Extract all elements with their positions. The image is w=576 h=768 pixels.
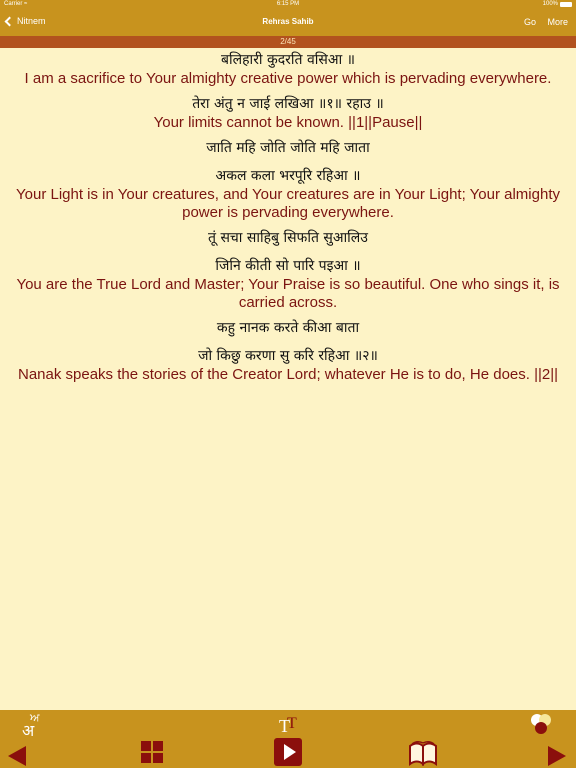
verse-translation: Nanak speaks the stories of the Creator … <box>17 366 559 383</box>
language-toggle-icon[interactable]: ਅ अ <box>20 712 44 740</box>
verse-translation: Your Light is in Your creatures, and You… <box>16 186 560 221</box>
page-title: Rehras Sahib <box>262 17 314 26</box>
verse-translation: You are the True Lord and Master; Your P… <box>16 276 560 311</box>
clock: 6:15 PM <box>276 1 300 7</box>
font-size-icon[interactable]: T T <box>279 712 299 736</box>
navigation-bar: Nitnem Rehras Sahib Go More <box>0 10 576 36</box>
verse-line: कहु नानक करते कीआ बाता <box>216 320 360 336</box>
verse-line: तूं सचा साहिबु सिफति सुआलिउ <box>208 230 368 246</box>
color-theme-icon[interactable] <box>528 712 554 736</box>
verse-content: बलिहारी कुदरति वसिआ ॥ I am a sacrifice t… <box>0 50 576 390</box>
go-button[interactable]: Go <box>524 17 536 27</box>
page-indicator: 2/45 <box>0 36 576 48</box>
verse-2: तेरा अंतु न जाई लखिआ ॥१॥ रहाउ ॥ Your lim… <box>0 94 576 132</box>
verse-line: तेरा अंतु न जाई लखिआ ॥१॥ रहाउ ॥ <box>192 96 384 112</box>
verse-translation: I am a sacrifice to Your almighty creati… <box>24 70 552 87</box>
battery-percent: 100% <box>542 1 558 7</box>
bottom-toolbar: ਅ अ T T <box>0 710 576 768</box>
battery-icon <box>560 1 572 7</box>
verse-translation: Your limits cannot be known. ||1||Pause|… <box>153 114 423 131</box>
status-bar: Carrier ≈ 6:15 PM 100% <box>0 0 576 10</box>
more-button[interactable]: More <box>547 17 568 27</box>
language-glyph-large: अ <box>22 723 35 740</box>
previous-page-icon[interactable] <box>6 744 28 768</box>
verse-line: जाति महि जोति जोति महि जाता <box>206 140 370 156</box>
svg-text:T: T <box>287 715 297 732</box>
verse-line: जो किछु करणा सु करि रहिआ ॥२॥ <box>198 348 378 364</box>
verse-3: जाति महि जोति जोति महि जाता अकल कला भरपू… <box>0 138 576 222</box>
grid-view-icon[interactable] <box>140 740 164 764</box>
play-button-icon[interactable] <box>274 738 302 766</box>
verse-line: अकल कला भरपूरि रहिआ ॥ <box>215 168 361 184</box>
open-book-icon[interactable] <box>408 738 438 767</box>
verse-5: कहु नानक करते कीआ बाता जो किछु करणा सु क… <box>0 318 576 384</box>
battery: 100% <box>543 1 572 7</box>
verse-1: बलिहारी कुदरति वसिआ ॥ I am a sacrifice t… <box>0 50 576 88</box>
verse-line: बलिहारी कुदरति वसिआ ॥ <box>221 52 355 68</box>
verse-line: जिनि कीती सो पारि पइआ ॥ <box>215 258 361 274</box>
verse-4: तूं सचा साहिबु सिफति सुआलिउ जिनि कीती सो… <box>0 228 576 312</box>
next-page-icon[interactable] <box>546 744 568 768</box>
